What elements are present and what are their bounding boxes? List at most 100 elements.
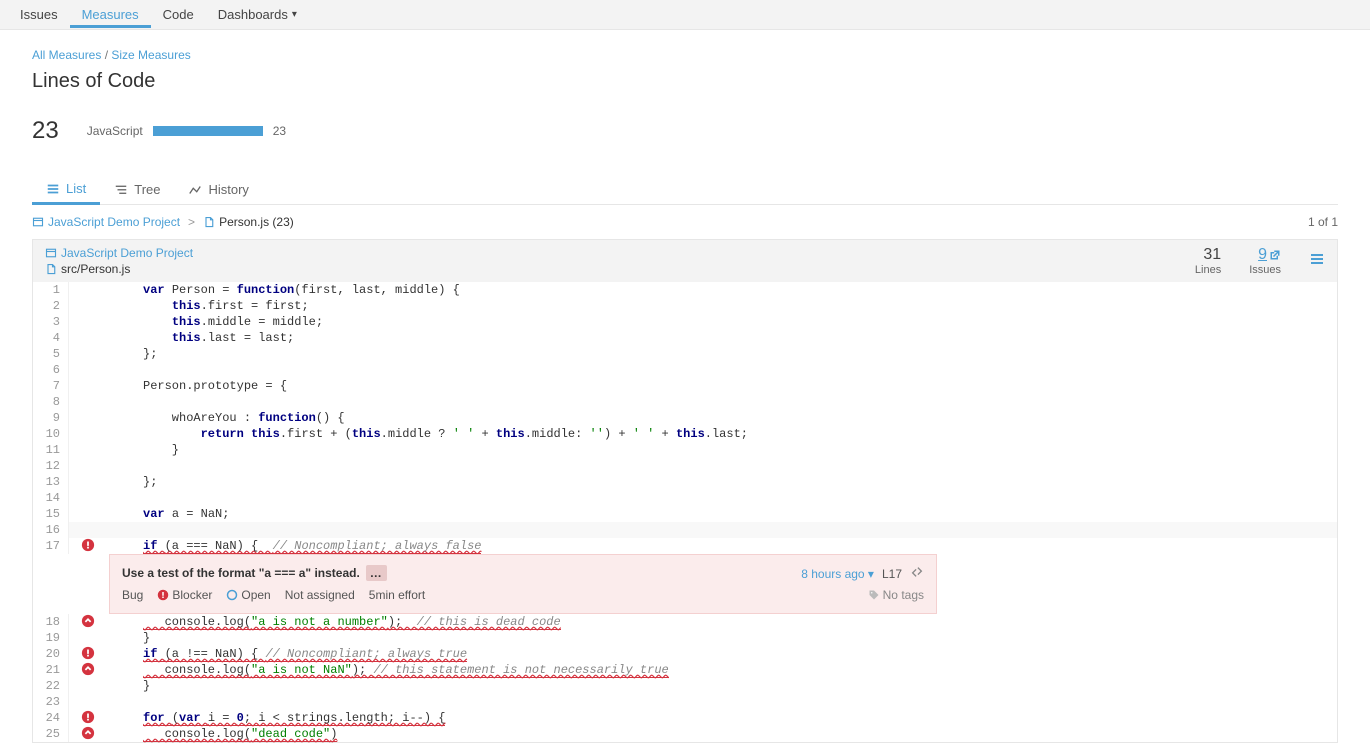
line-number: 20: [33, 646, 69, 662]
line-number: 16: [33, 522, 69, 538]
line-number: 10: [33, 426, 69, 442]
stat-issues-link[interactable]: 9: [1249, 246, 1281, 264]
code-line: 24 for (var i = 0; i < strings.length; i-…: [33, 710, 1337, 726]
loc-bar: [153, 126, 263, 136]
tab-list[interactable]: List: [32, 175, 100, 205]
line-number: 5: [33, 346, 69, 362]
loc-language-count: 23: [273, 124, 286, 138]
loc-language: JavaScript: [87, 124, 143, 138]
code-source: };: [109, 474, 1337, 490]
breadcrumb-size-measures[interactable]: Size Measures: [111, 48, 190, 62]
issue-tags[interactable]: No tags: [868, 587, 924, 603]
nav-measures[interactable]: Measures: [70, 1, 151, 28]
line-number: 15: [33, 506, 69, 522]
code-source: console.log("a is not a number"); // thi…: [109, 614, 1337, 630]
stat-issues-label: Issues: [1249, 264, 1281, 276]
issue-message: Use a test of the format "a === a" inste…: [122, 565, 360, 581]
code-line: 20 if (a !== NaN) { // Noncompliant; alwa…: [33, 646, 1337, 662]
code-line: 22}: [33, 678, 1337, 694]
issue-severity[interactable]: Blocker: [157, 587, 212, 603]
issue-line-ref: L17: [882, 566, 902, 582]
line-number: 9: [33, 410, 69, 426]
crumb-separator: >: [188, 215, 195, 229]
line-number: 7: [33, 378, 69, 394]
code-line: 18 console.log("a is not a number"); // …: [33, 614, 1337, 630]
tag-icon: [868, 589, 880, 601]
issue-age[interactable]: 8 hours ago ▾: [801, 566, 874, 582]
issue-type: Bug: [122, 587, 143, 603]
line-number: 17: [33, 538, 69, 554]
code-line: 5};: [33, 346, 1337, 362]
stat-lines-label: Lines: [1195, 264, 1221, 276]
issue-marker[interactable]: [81, 538, 95, 557]
file-icon: [203, 216, 215, 228]
tab-history[interactable]: History: [174, 175, 262, 204]
code-source: this.first = first;: [109, 298, 1337, 314]
line-number: 4: [33, 330, 69, 346]
line-number: 24: [33, 710, 69, 726]
line-number: 21: [33, 662, 69, 678]
code-source: whoAreYou : function() {: [109, 410, 1337, 426]
issue-marker[interactable]: [81, 726, 95, 744]
tab-tree[interactable]: Tree: [100, 175, 174, 204]
issue-marker[interactable]: [81, 614, 95, 633]
issue-marker[interactable]: [81, 662, 95, 681]
history-icon: [188, 183, 202, 197]
code-line: 3 this.middle = middle;: [33, 314, 1337, 330]
line-number: 3: [33, 314, 69, 330]
code-source: };: [109, 346, 1337, 362]
blocker-icon: [81, 710, 95, 724]
line-number: 18: [33, 614, 69, 630]
chevron-up-circle-icon: [81, 614, 95, 628]
crumb-file: Person.js (23): [203, 215, 294, 229]
top-nav: Issues Measures Code Dashboards▾: [0, 0, 1370, 30]
code-line: 1var Person = function(first, last, midd…: [33, 282, 1337, 298]
permalink-icon: [910, 565, 924, 579]
nav-dashboards[interactable]: Dashboards▾: [206, 1, 309, 28]
code-source: Person.prototype = {: [109, 378, 1337, 394]
file-icon: [45, 263, 57, 275]
code-line: 12: [33, 458, 1337, 474]
code-line: 21 console.log("a is not NaN"); // this …: [33, 662, 1337, 678]
issue-more-button[interactable]: …: [366, 565, 387, 581]
view-tabs: List Tree History: [32, 175, 1338, 205]
viewer-project-link[interactable]: JavaScript Demo Project: [45, 246, 193, 260]
line-number: 25: [33, 726, 69, 742]
line-number: 23: [33, 694, 69, 710]
stat-lines-value: 31: [1195, 246, 1221, 264]
nav-code[interactable]: Code: [151, 1, 206, 28]
nav-issues[interactable]: Issues: [8, 1, 70, 28]
breadcrumb: All Measures / Size Measures: [32, 48, 1338, 62]
external-link-icon: [1269, 249, 1281, 261]
viewer-path: src/Person.js: [61, 262, 130, 276]
issue-assignee[interactable]: Not assigned: [285, 587, 355, 603]
hamburger-icon: [1309, 251, 1325, 267]
source-viewer: JavaScript Demo Project src/Person.js 31…: [32, 239, 1338, 743]
code-source: }: [109, 630, 1337, 646]
file-position: 1 of 1: [1308, 215, 1338, 229]
breadcrumb-all-measures[interactable]: All Measures: [32, 48, 101, 62]
chevron-up-circle-icon: [81, 662, 95, 676]
code-source: if (a === NaN) { // Noncompliant; always…: [109, 538, 1337, 554]
issue-block[interactable]: Use a test of the format "a === a" inste…: [109, 554, 937, 614]
code-source: if (a !== NaN) { // Noncompliant; always…: [109, 646, 1337, 662]
line-number: 6: [33, 362, 69, 378]
line-number: 19: [33, 630, 69, 646]
blocker-icon: [157, 589, 169, 601]
project-icon: [32, 216, 44, 228]
issue-status[interactable]: Open: [226, 587, 270, 603]
code-source: this.middle = middle;: [109, 314, 1337, 330]
code-source: return this.first + (this.middle ? ' ' +…: [109, 426, 1337, 442]
crumb-project[interactable]: JavaScript Demo Project: [32, 215, 180, 229]
issue-permalink[interactable]: [910, 565, 924, 583]
viewer-menu-button[interactable]: [1309, 251, 1325, 272]
code-line: 25 console.log("dead code"): [33, 726, 1337, 742]
code-line: 7 Person.prototype = {: [33, 378, 1337, 394]
code-line: 15var a = NaN;: [33, 506, 1337, 522]
code-source: this.last = last;: [109, 330, 1337, 346]
code-source: for (var i = 0; i < strings.length; i--)…: [109, 710, 1337, 726]
line-number: 11: [33, 442, 69, 458]
code-line: 23: [33, 694, 1337, 710]
code-line: 11 }: [33, 442, 1337, 458]
line-number: 13: [33, 474, 69, 490]
